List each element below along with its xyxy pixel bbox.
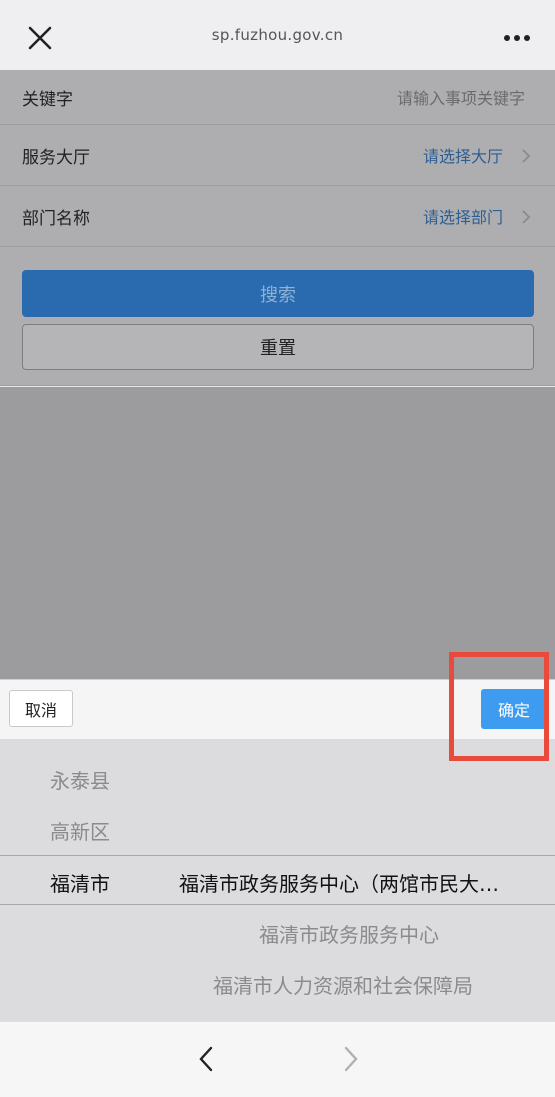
picker-left-item[interactable]: 高新区 xyxy=(50,816,110,845)
picker-right-item-selected[interactable]: 福清市政务服务中心（两馆市民大… xyxy=(179,868,499,897)
form-actions: 搜索 重置 xyxy=(0,247,555,386)
hall-select[interactable]: 请选择大厅 xyxy=(423,143,503,167)
picker-left-item-selected[interactable]: 福清市 xyxy=(50,868,110,897)
browser-bottom-bar xyxy=(0,1021,555,1097)
keyword-input[interactable]: 请输入事项关键字 xyxy=(397,85,525,109)
department-select[interactable]: 请选择部门 xyxy=(423,204,503,228)
picker-right-item[interactable]: 福清市人力资源和社会保障局 xyxy=(213,970,473,999)
department-label: 部门名称 xyxy=(22,208,90,229)
close-icon[interactable] xyxy=(20,21,60,55)
search-form: 关键字 请输入事项关键字 服务大厅 请选择大厅 部门名称 请选择部门 搜索 重置 xyxy=(0,70,555,386)
page-url: sp.fuzhou.gov.cn xyxy=(211,26,344,44)
hall-row[interactable]: 服务大厅 请选择大厅 xyxy=(0,125,555,186)
chevron-right-icon xyxy=(522,210,531,224)
department-row[interactable]: 部门名称 请选择部门 xyxy=(0,186,555,247)
back-arrow-icon[interactable] xyxy=(193,1044,221,1074)
picker-right-item[interactable]: 福清市政务服务中心 xyxy=(259,919,439,948)
picker-left-item[interactable]: 永泰县 xyxy=(50,765,110,794)
picker-toolbar: 取消 确定 xyxy=(0,679,555,740)
keyword-label: 关键字 xyxy=(22,89,73,110)
keyword-row[interactable]: 关键字 请输入事项关键字 xyxy=(0,70,555,125)
cancel-button[interactable]: 取消 xyxy=(9,690,73,727)
chevron-right-icon xyxy=(522,149,531,163)
reset-button[interactable]: 重置 xyxy=(22,324,534,370)
modal-overlay[interactable] xyxy=(0,387,555,679)
confirm-button[interactable]: 确定 xyxy=(481,689,547,729)
search-button[interactable]: 搜索 xyxy=(22,270,534,317)
hall-label: 服务大厅 xyxy=(22,147,90,168)
forward-arrow-icon[interactable] xyxy=(336,1044,364,1074)
more-options-icon[interactable] xyxy=(497,21,537,55)
picker-wheel[interactable]: 永泰县 高新区 福清市 福清市政务服务中心（两馆市民大… 福清市政务服务中心 福… xyxy=(0,739,555,1021)
browser-top-bar: sp.fuzhou.gov.cn xyxy=(0,0,555,71)
